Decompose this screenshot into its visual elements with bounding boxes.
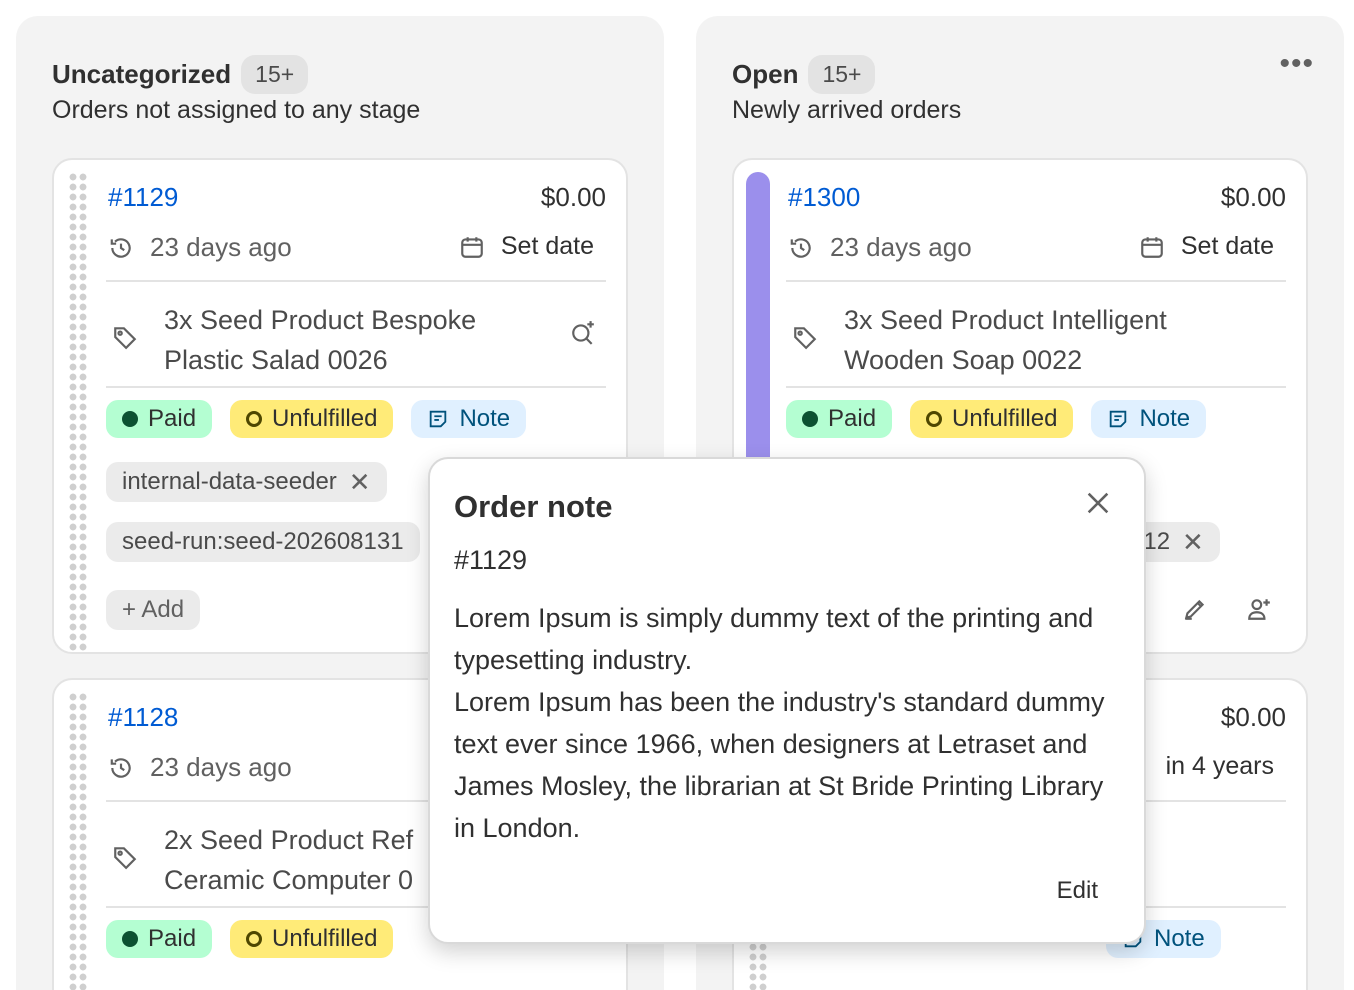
note-icon xyxy=(430,410,447,428)
product-line: 3x Seed Product Intelligent Wooden Soap … xyxy=(788,294,1286,390)
unfulfilled-badge-label: Unfulfilled xyxy=(272,925,378,952)
set-date-button[interactable]: Set date xyxy=(1139,232,1274,261)
due-date-label: in 4 years xyxy=(1165,752,1274,780)
order-id-link[interactable]: #1300 xyxy=(788,182,860,213)
more-horizontal-icon[interactable]: ••• xyxy=(1279,49,1314,79)
unfulfilled-badge: Unfulfilled xyxy=(230,920,394,958)
status-badges: Paid Unfulfilled xyxy=(106,920,394,958)
tag-chip[interactable]: seed-run:seed-202608131 xyxy=(106,522,420,562)
tag-icon xyxy=(114,327,137,350)
add-tag-button[interactable]: + Add xyxy=(106,590,201,630)
status-ring-icon xyxy=(926,411,943,427)
divider xyxy=(786,386,1286,388)
tag-icon xyxy=(794,327,817,350)
order-age-text: 23 days ago xyxy=(150,232,292,262)
status-ring-icon xyxy=(246,411,263,427)
close-icon[interactable]: ✕ xyxy=(349,467,371,498)
column-title: Open xyxy=(732,58,799,89)
order-age: 23 days ago xyxy=(108,752,292,783)
tag-chip[interactable]: internal-data-seeder ✕ xyxy=(106,462,387,502)
close-icon[interactable]: ✕ xyxy=(1182,527,1204,558)
pen-icon[interactable] xyxy=(1182,596,1208,622)
search-plus-icon[interactable] xyxy=(570,320,596,346)
paid-badge: Paid xyxy=(106,400,213,438)
paid-badge: Paid xyxy=(786,400,893,438)
unfulfilled-badge-label: Unfulfilled xyxy=(272,405,378,432)
divider xyxy=(106,386,606,388)
unfulfilled-badge: Unfulfilled xyxy=(910,400,1074,438)
column-count-badge: 15+ xyxy=(808,54,876,94)
order-id-link[interactable]: #1129 xyxy=(108,182,178,213)
status-ring-icon xyxy=(246,931,263,947)
order-price: $0.00 xyxy=(1220,182,1286,212)
tag-label: seed-run:seed-202608131 xyxy=(122,528,404,555)
order-price: $0.00 xyxy=(540,182,606,212)
note-badge-label: Note xyxy=(459,405,511,432)
set-date-label: Set date xyxy=(1180,232,1274,260)
unfulfilled-badge: Unfulfilled xyxy=(230,400,394,438)
divider xyxy=(786,280,1286,282)
order-age-text: 23 days ago xyxy=(150,752,292,782)
order-age: 23 days ago xyxy=(788,232,972,263)
tag-label: internal-data-seeder xyxy=(122,468,337,495)
edit-note-button[interactable]: Edit xyxy=(1057,877,1098,905)
order-note-popover: Order note #1129 Lorem Ipsum is simply d… xyxy=(428,457,1146,944)
note-paragraph: Lorem Ipsum has been the industry's stan… xyxy=(454,687,1105,843)
product-name: 3x Seed Product Intelligent Wooden Soap … xyxy=(844,305,1167,375)
column-count-badge: 15+ xyxy=(241,54,309,94)
product-line: 3x Seed Product Bespoke Plastic Salad 00… xyxy=(108,294,606,390)
tag-icon xyxy=(114,847,137,870)
set-date-label: Set date xyxy=(500,232,594,260)
note-badge-label: Note xyxy=(1154,925,1205,952)
column-header: Open 15+ Newly arrived orders xyxy=(732,54,1314,125)
drag-handle[interactable] xyxy=(68,172,88,652)
unfulfilled-badge-label: Unfulfilled xyxy=(952,405,1058,432)
note-body: Lorem Ipsum is simply dummy text of the … xyxy=(454,597,1124,849)
history-icon xyxy=(790,237,811,258)
product-name: 3x Seed Product Bespoke Plastic Salad 00… xyxy=(164,305,477,375)
user-plus-icon[interactable] xyxy=(1246,596,1272,622)
paid-badge-label: Paid xyxy=(828,405,877,432)
calendar-icon xyxy=(461,236,483,258)
calendar-icon xyxy=(1141,236,1163,258)
history-icon xyxy=(110,757,131,778)
column-header: Uncategorized 15+ Orders not assigned to… xyxy=(52,54,634,125)
order-age: 23 days ago xyxy=(108,232,292,263)
status-dot-icon xyxy=(802,411,818,427)
order-age-text: 23 days ago xyxy=(830,232,972,262)
order-id-link[interactable]: #1128 xyxy=(108,702,178,733)
close-icon[interactable] xyxy=(1084,489,1112,517)
drag-handle[interactable] xyxy=(68,692,88,990)
status-badges: Paid Unfulfilled Note xyxy=(786,400,1207,438)
note-badge[interactable]: Note xyxy=(411,400,527,438)
note-paragraph: Lorem Ipsum is simply dummy text of the … xyxy=(454,603,1094,675)
status-dot-icon xyxy=(122,411,138,427)
due-date[interactable]: in 4 years xyxy=(1166,752,1274,781)
note-icon xyxy=(1110,410,1127,428)
history-icon xyxy=(110,237,131,258)
note-badge[interactable]: Note xyxy=(1091,400,1207,438)
order-price: $0.00 xyxy=(1220,702,1286,732)
note-badge-label: Note xyxy=(1139,405,1191,432)
column-title: Uncategorized xyxy=(52,58,232,89)
status-badges: Paid Unfulfilled Note xyxy=(106,400,527,438)
column-subtitle: Newly arrived orders xyxy=(732,96,962,124)
set-date-button[interactable]: Set date xyxy=(459,232,594,261)
popover-order-id: #1129 xyxy=(454,545,528,575)
paid-badge-label: Paid xyxy=(148,405,197,432)
popover-title: Order note xyxy=(454,489,613,524)
status-dot-icon xyxy=(122,931,138,947)
divider xyxy=(106,280,606,282)
paid-badge: Paid xyxy=(106,920,213,958)
column-subtitle: Orders not assigned to any stage xyxy=(52,96,421,124)
paid-badge-label: Paid xyxy=(148,925,197,952)
